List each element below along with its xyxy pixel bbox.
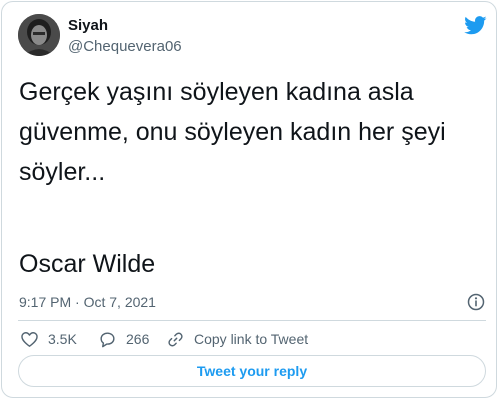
tweet-card: Siyah @Chequevera06 Gerçek yaşını söyley… xyxy=(1,1,497,398)
tweet-attribution: Oscar Wilde xyxy=(19,250,156,278)
info-icon[interactable] xyxy=(467,293,485,311)
tweet-timestamp[interactable]: 9:17 PM · Oct 7, 2021 xyxy=(19,294,156,310)
reply-count: 266 xyxy=(126,331,150,347)
avatar-image xyxy=(18,14,60,56)
reply-count-button[interactable]: 266 xyxy=(98,328,149,350)
like-button[interactable]: 3.5K xyxy=(20,328,77,350)
avatar[interactable] xyxy=(18,14,60,56)
like-count: 3.5K xyxy=(48,331,77,347)
twitter-bird-icon[interactable] xyxy=(464,16,487,35)
divider xyxy=(18,320,486,321)
author-name[interactable]: Siyah xyxy=(68,17,108,34)
author-handle[interactable]: @Chequevera06 xyxy=(68,38,182,55)
heart-icon xyxy=(21,331,38,347)
copy-link-label: Copy link to Tweet xyxy=(194,331,309,347)
tweet-text: Gerçek yaşını söyleyen kadına asla güven… xyxy=(19,78,446,186)
reply-bubble-icon xyxy=(100,331,115,347)
tweet-your-reply-button[interactable]: Tweet your reply xyxy=(18,355,486,387)
link-icon xyxy=(168,332,183,346)
copy-link-button[interactable]: Copy link to Tweet xyxy=(166,328,308,350)
